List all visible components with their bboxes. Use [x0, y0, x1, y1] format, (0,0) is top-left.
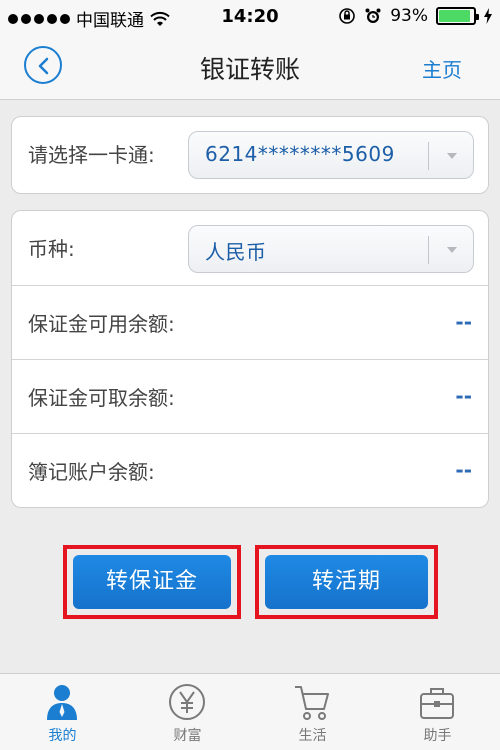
tab-life[interactable]: 生活 — [250, 674, 375, 750]
currency-label: 币种: — [28, 237, 75, 261]
bookkeeping-balance-value: -- — [455, 458, 472, 482]
currency-select[interactable]: 人民币 — [188, 225, 474, 273]
tab-label: 财富 — [173, 728, 202, 744]
battery-icon — [436, 7, 479, 25]
status-right: 93% — [338, 6, 492, 26]
balance-details-panel: 币种: 人民币 保证金可用余额: -- 保证金可取余额: -- 簿记账户余额: … — [11, 210, 489, 508]
available-margin-label: 保证金可用余额: — [28, 312, 175, 336]
charging-bolt-icon — [484, 8, 492, 24]
bookkeeping-balance-label: 簿记账户余额: — [28, 460, 155, 484]
battery-percent: 93% — [390, 6, 428, 26]
tab-label: 我的 — [48, 728, 77, 744]
withdrawable-margin-row: 保证金可取余额: -- — [12, 359, 488, 433]
tab-label: 助手 — [423, 728, 452, 744]
cart-icon — [295, 686, 329, 720]
card-number-select[interactable]: 6214********5609 — [188, 131, 474, 179]
tab-assistant[interactable]: 助手 — [375, 674, 500, 750]
briefcase-icon — [420, 688, 454, 719]
tab-label: 生活 — [298, 728, 327, 744]
withdrawable-margin-value: -- — [455, 384, 472, 408]
nav-bar: 银证转账 主页 — [0, 34, 500, 100]
available-margin-row: 保证金可用余额: -- — [12, 285, 488, 359]
currency-row: 币种: 人民币 — [12, 211, 488, 285]
dropdown-arrow-icon — [447, 153, 457, 159]
home-link[interactable]: 主页 — [422, 54, 462, 83]
card-select-label: 请选择一卡通: — [28, 143, 155, 167]
status-bar: 中国联通 14:20 93% — [0, 0, 500, 34]
tab-mine[interactable]: 我的 — [0, 674, 125, 750]
available-margin-value: -- — [455, 310, 472, 334]
alarm-icon — [365, 8, 381, 23]
bookkeeping-balance-row: 簿记账户余额: -- — [12, 433, 488, 507]
card-number-value: 6214********5609 — [205, 142, 395, 166]
tab-wealth[interactable]: 财富 — [125, 674, 250, 750]
card-select-panel: 请选择一卡通: 6214********5609 — [11, 116, 489, 194]
person-icon — [47, 685, 77, 720]
yen-icon — [169, 684, 205, 720]
to-current-button[interactable]: 转活期 — [265, 555, 428, 609]
currency-value: 人民币 — [205, 240, 267, 264]
battery-level — [439, 10, 471, 22]
to-margin-highlight: 转保证金 — [63, 545, 241, 619]
rotation-lock-icon — [339, 8, 356, 24]
tab-bar: 我的 财富 生活 助手 — [0, 673, 500, 750]
card-select-row: 请选择一卡通: 6214********5609 — [12, 117, 488, 191]
to-current-highlight: 转活期 — [255, 545, 438, 619]
dropdown-arrow-icon — [447, 247, 457, 253]
to-margin-button[interactable]: 转保证金 — [73, 555, 231, 609]
withdrawable-margin-label: 保证金可取余额: — [28, 386, 175, 410]
